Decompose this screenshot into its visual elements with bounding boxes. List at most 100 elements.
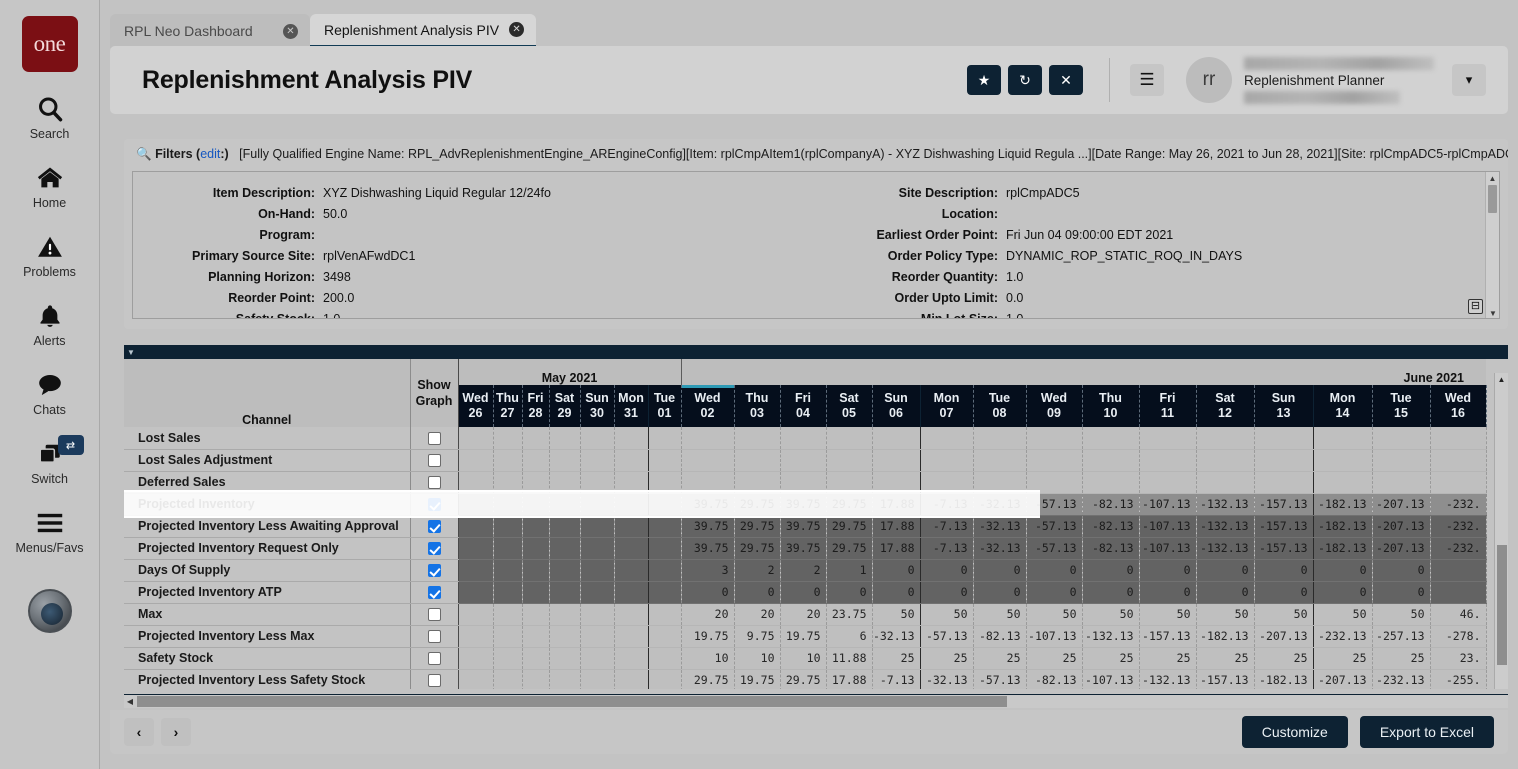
grid-cell[interactable] (1430, 559, 1486, 581)
table-row[interactable]: Days Of Supply32210000000000 (124, 559, 1486, 581)
grid-cell[interactable] (648, 581, 681, 603)
grid-cell[interactable]: 50 (1313, 603, 1372, 625)
show-graph-checkbox-cell[interactable] (410, 669, 458, 689)
collapse-panel-button[interactable]: ⊟ (1468, 299, 1483, 314)
grid-cell[interactable]: 25 (920, 647, 973, 669)
grid-cell[interactable]: 50 (1026, 603, 1082, 625)
page-menu-button[interactable]: ☰ (1130, 64, 1164, 96)
grid-day-header-wed-26[interactable]: Wed26 (458, 385, 493, 427)
customize-button[interactable]: Customize (1242, 716, 1348, 748)
sidebar-item-chats[interactable]: Chats (0, 368, 100, 417)
grid-cell[interactable]: -82.13 (1026, 669, 1082, 689)
grid-cell[interactable] (580, 537, 614, 559)
grid-cell[interactable] (522, 625, 549, 647)
grid-day-header-sat-05[interactable]: Sat05 (826, 385, 872, 427)
grid-cell[interactable]: -182.13 (1254, 669, 1313, 689)
grid-cell[interactable]: 50 (973, 603, 1026, 625)
grid-cell[interactable]: -182.13 (1196, 625, 1254, 647)
grid-cell[interactable]: 25 (1082, 647, 1139, 669)
grid-cell[interactable]: 39.75 (681, 537, 734, 559)
grid-cell[interactable] (1372, 427, 1430, 449)
show-graph-checkbox[interactable] (428, 542, 441, 555)
grid-cell[interactable]: 0 (1313, 559, 1372, 581)
grid-cell[interactable]: 0 (681, 581, 734, 603)
grid-cell[interactable] (614, 581, 648, 603)
grid-cell[interactable] (458, 537, 493, 559)
grid-cell[interactable]: 2 (734, 559, 780, 581)
grid-cell[interactable] (648, 515, 681, 537)
grid-cell[interactable]: -207.13 (1313, 669, 1372, 689)
grid-cell[interactable]: 0 (1372, 581, 1430, 603)
user-menu-button[interactable]: ▾ (1452, 64, 1486, 96)
grid-cell[interactable] (614, 669, 648, 689)
grid-cell[interactable] (1430, 427, 1486, 449)
grid-cell[interactable] (493, 493, 522, 515)
grid-cell[interactable] (734, 427, 780, 449)
grid-cell[interactable] (973, 449, 1026, 471)
export-to-excel-button[interactable]: Export to Excel (1360, 716, 1494, 748)
scrollbar-thumb[interactable] (1497, 545, 1507, 665)
grid-cell[interactable]: -7.13 (920, 493, 973, 515)
grid-cell[interactable] (458, 603, 493, 625)
grid-cell[interactable]: 29.75 (780, 669, 826, 689)
scrollbar-thumb[interactable] (137, 696, 1007, 707)
show-graph-checkbox[interactable] (428, 586, 441, 599)
grid-cell[interactable]: 0 (1196, 581, 1254, 603)
grid-cell[interactable]: 25 (1139, 647, 1196, 669)
grid-cell[interactable]: -57.13 (1026, 515, 1082, 537)
grid-cell[interactable]: 17.88 (872, 515, 920, 537)
grid-cell[interactable] (458, 581, 493, 603)
scroll-up-icon[interactable]: ▲ (1495, 373, 1508, 386)
grid-cell[interactable] (826, 471, 872, 493)
grid-cell[interactable]: 39.75 (780, 515, 826, 537)
table-row[interactable]: Projected Inventory Less Max19.759.7519.… (124, 625, 1486, 647)
grid-cell[interactable]: -157.13 (1196, 669, 1254, 689)
grid-cell[interactable]: 17.88 (872, 537, 920, 559)
grid-cell[interactable] (493, 427, 522, 449)
grid-cell[interactable] (580, 559, 614, 581)
grid-cell[interactable] (648, 603, 681, 625)
grid-cell[interactable] (493, 515, 522, 537)
grid-cell[interactable]: 23.75 (826, 603, 872, 625)
grid-cell[interactable] (826, 427, 872, 449)
grid-cell[interactable] (1254, 471, 1313, 493)
scroll-up-icon[interactable]: ▲ (1486, 172, 1499, 185)
table-row[interactable]: Projected Inventory Request Only39.7529.… (124, 537, 1486, 559)
grid-cell[interactable] (780, 427, 826, 449)
grid-cell[interactable]: -232. (1430, 493, 1486, 515)
refresh-button[interactable]: ↻ (1008, 65, 1042, 95)
grid-cell[interactable] (614, 493, 648, 515)
grid-cell[interactable] (458, 669, 493, 689)
grid-day-header-sun-30[interactable]: Sun30 (580, 385, 614, 427)
grid-cell[interactable]: 0 (1254, 581, 1313, 603)
grid-cell[interactable] (1139, 471, 1196, 493)
grid-day-header-fri-11[interactable]: Fri11 (1139, 385, 1196, 427)
grid-cell[interactable] (648, 537, 681, 559)
grid-cell[interactable] (458, 471, 493, 493)
grid-cell[interactable]: -207.13 (1372, 515, 1430, 537)
grid-day-header-mon-14[interactable]: Mon14 (1313, 385, 1372, 427)
grid-cell[interactable]: 50 (920, 603, 973, 625)
grid-cell[interactable] (1430, 581, 1486, 603)
show-graph-checkbox-cell[interactable] (410, 493, 458, 515)
grid-cell[interactable] (1372, 449, 1430, 471)
grid-cell[interactable] (493, 559, 522, 581)
grid-cell[interactable]: -32.13 (872, 625, 920, 647)
grid-cell[interactable]: 0 (1372, 559, 1430, 581)
grid-cell[interactable] (522, 515, 549, 537)
grid-cell[interactable]: 0 (973, 581, 1026, 603)
grid-day-header-thu-03[interactable]: Thu03 (734, 385, 780, 427)
grid-cell[interactable]: 10 (734, 647, 780, 669)
grid-cell[interactable] (1254, 449, 1313, 471)
show-graph-checkbox-cell[interactable] (410, 559, 458, 581)
grid-cell[interactable] (648, 427, 681, 449)
grid-cell[interactable]: 0 (780, 581, 826, 603)
show-graph-checkbox[interactable] (428, 630, 441, 643)
grid-cell[interactable] (1313, 449, 1372, 471)
grid-cell[interactable]: 0 (1082, 581, 1139, 603)
grid-cell[interactable] (493, 647, 522, 669)
tab-replenishment-analysis-piv[interactable]: Replenishment Analysis PIV ✕ (310, 14, 536, 48)
grid-cell[interactable] (1430, 449, 1486, 471)
grid-day-header-wed-16[interactable]: Wed16 (1430, 385, 1486, 427)
grid-cell[interactable]: 50 (1139, 603, 1196, 625)
